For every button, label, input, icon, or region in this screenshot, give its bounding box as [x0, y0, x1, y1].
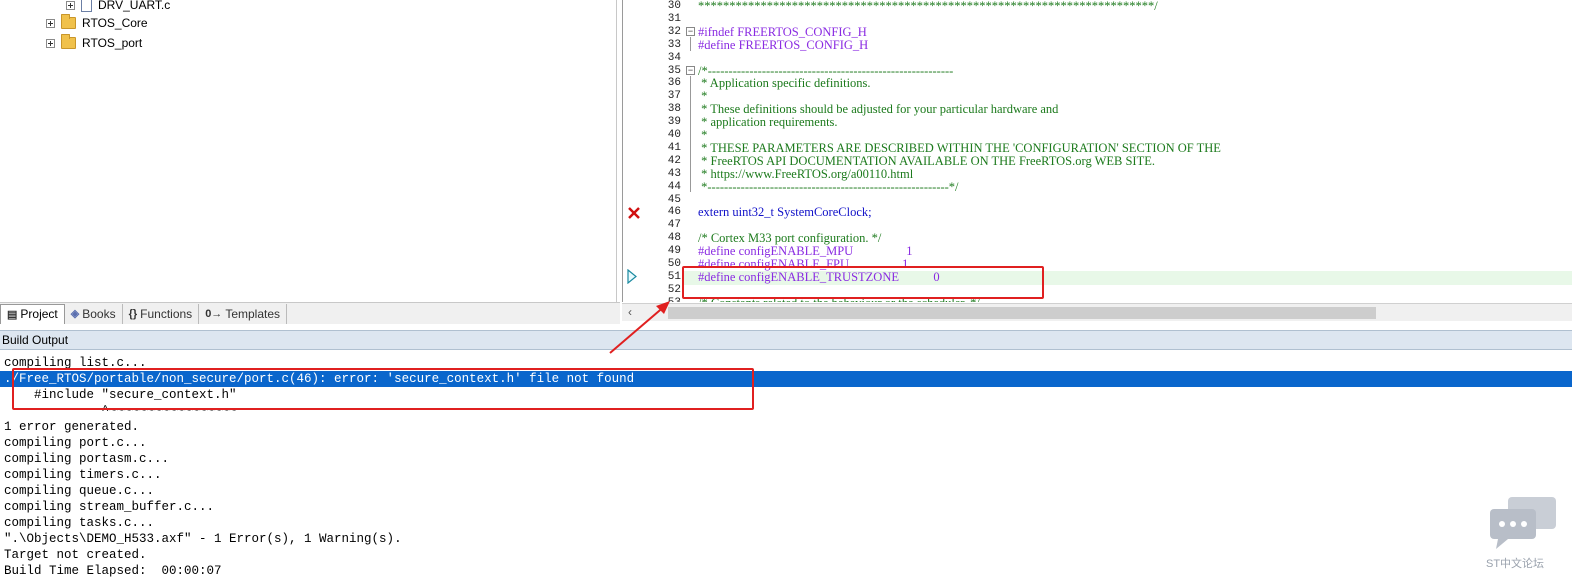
line-number: 32: [667, 25, 681, 38]
line-number: 38: [667, 103, 681, 116]
tree-item-label: RTOS_port: [82, 36, 143, 50]
scrollbar-thumb[interactable]: [668, 307, 1376, 319]
output-line[interactable]: compiling stream_buffer.c...: [4, 499, 214, 515]
output-line[interactable]: compiling portasm.c...: [4, 451, 169, 467]
output-line[interactable]: Target not created.: [4, 547, 147, 563]
output-line[interactable]: Build Time Elapsed: 00:00:07: [4, 563, 222, 579]
line-number: 51: [667, 270, 681, 283]
expand-icon[interactable]: [66, 0, 75, 10]
functions-icon: {}: [128, 307, 138, 320]
tree-item-rtos-port[interactable]: RTOS_port: [46, 34, 142, 52]
code-line[interactable]: extern uint32_t SystemCoreClock;: [698, 205, 872, 220]
line-number: 48: [667, 232, 681, 245]
build-output-panel[interactable]: compiling list.c... ./Free_RTOS/portable/…: [0, 352, 1572, 583]
editor-gutter: 30 31 32 33 34 35 36 37 38 39 40 41 42 43 44 45 46 47 48 49…: [623, 0, 683, 302]
folder-icon: [61, 34, 76, 49]
line-number: 45: [667, 193, 681, 206]
line-number: 34: [667, 51, 681, 64]
code-line[interactable]: #define FREERTOS_CONFIG_H: [698, 38, 868, 53]
line-number: 35: [667, 64, 681, 77]
editor-horizontal-scrollbar[interactable]: ‹: [622, 303, 1572, 321]
tab-label: Templates: [225, 306, 281, 321]
tree-item-label: RTOS_Core: [82, 16, 148, 30]
line-number: 40: [667, 129, 681, 141]
line-number: 43: [667, 167, 681, 180]
line-number: 46: [667, 206, 681, 219]
line-number: 36: [667, 77, 681, 90]
output-line[interactable]: compiling queue.c...: [4, 483, 154, 499]
chat-bubble-icon: [1490, 497, 1556, 549]
fold-toggle-icon[interactable]: −: [686, 66, 695, 75]
current-line-arrow-icon: [627, 269, 637, 284]
line-number: 47: [667, 219, 681, 232]
folder-icon: [61, 14, 76, 29]
line-number: 44: [667, 180, 681, 193]
c-file-icon: [81, 0, 92, 12]
code-editor[interactable]: 30 31 32 33 34 35 36 37 38 39 40 41 42 43 44 45 46 47 48 49…: [622, 0, 1572, 302]
annotation-highlight-box: [12, 368, 754, 410]
line-number: 33: [667, 38, 681, 51]
annotation-arrow-icon: [609, 301, 670, 354]
code-line[interactable]: ****************************************…: [698, 0, 1158, 14]
output-line[interactable]: 1 error generated.: [4, 419, 139, 435]
books-icon: ◈: [70, 308, 80, 320]
line-number: 31: [667, 12, 681, 25]
tab-templates[interactable]: 0→ Templates: [199, 303, 288, 324]
build-output-title: Build Output: [0, 330, 1572, 350]
tab-functions[interactable]: {} Functions: [123, 303, 200, 324]
fold-toggle-icon[interactable]: −: [686, 27, 695, 36]
project-tree[interactable]: DRV_UART.c RTOS_Core RTOS_port: [0, 0, 617, 302]
expand-icon[interactable]: [46, 18, 55, 28]
tab-project[interactable]: ▤ Project: [0, 303, 65, 324]
line-number: 52: [667, 283, 681, 296]
output-line[interactable]: ".\Objects\DEMO_H533.axf" - 1 Error(s), …: [4, 531, 402, 547]
output-line[interactable]: compiling port.c...: [4, 435, 147, 451]
line-number: 37: [667, 90, 681, 103]
tab-label: Functions: [140, 306, 193, 321]
line-number: 30: [667, 0, 681, 12]
templates-icon: 0→: [205, 307, 223, 320]
project-panel-tabs: ▤ Project ◈ Books {} Functions 0→ Templa…: [0, 302, 620, 324]
watermark-text: ST中文论坛: [1486, 558, 1545, 570]
project-icon: ▤: [7, 308, 18, 321]
line-number: 41: [667, 141, 681, 154]
expand-icon[interactable]: [46, 38, 55, 48]
fold-line: [690, 76, 691, 192]
code-line[interactable]: *---------------------------------------…: [698, 180, 958, 195]
code-line[interactable]: * Application specific definitions.: [698, 76, 870, 91]
forum-watermark: ST中文论坛: [1484, 495, 1564, 575]
tree-item-drv-uart[interactable]: DRV_UART.c: [66, 0, 170, 14]
tree-item-label: DRV_UART.c: [98, 0, 171, 12]
line-number: 42: [667, 154, 681, 167]
line-number: 49: [667, 245, 681, 258]
annotation-highlight-box: [682, 266, 1044, 299]
output-line[interactable]: compiling tasks.c...: [4, 515, 154, 531]
line-number: 50: [667, 258, 681, 270]
error-marker-icon: [628, 207, 640, 219]
tab-books[interactable]: ◈ Books: [65, 303, 123, 324]
line-number: 39: [667, 116, 681, 129]
tab-label: Project: [20, 307, 58, 321]
tab-label: Books: [82, 306, 116, 321]
fold-line: [690, 37, 691, 51]
tree-item-rtos-core[interactable]: RTOS_Core: [46, 14, 148, 32]
code-line[interactable]: * application requirements.: [698, 115, 837, 130]
output-line[interactable]: compiling timers.c...: [4, 467, 162, 483]
